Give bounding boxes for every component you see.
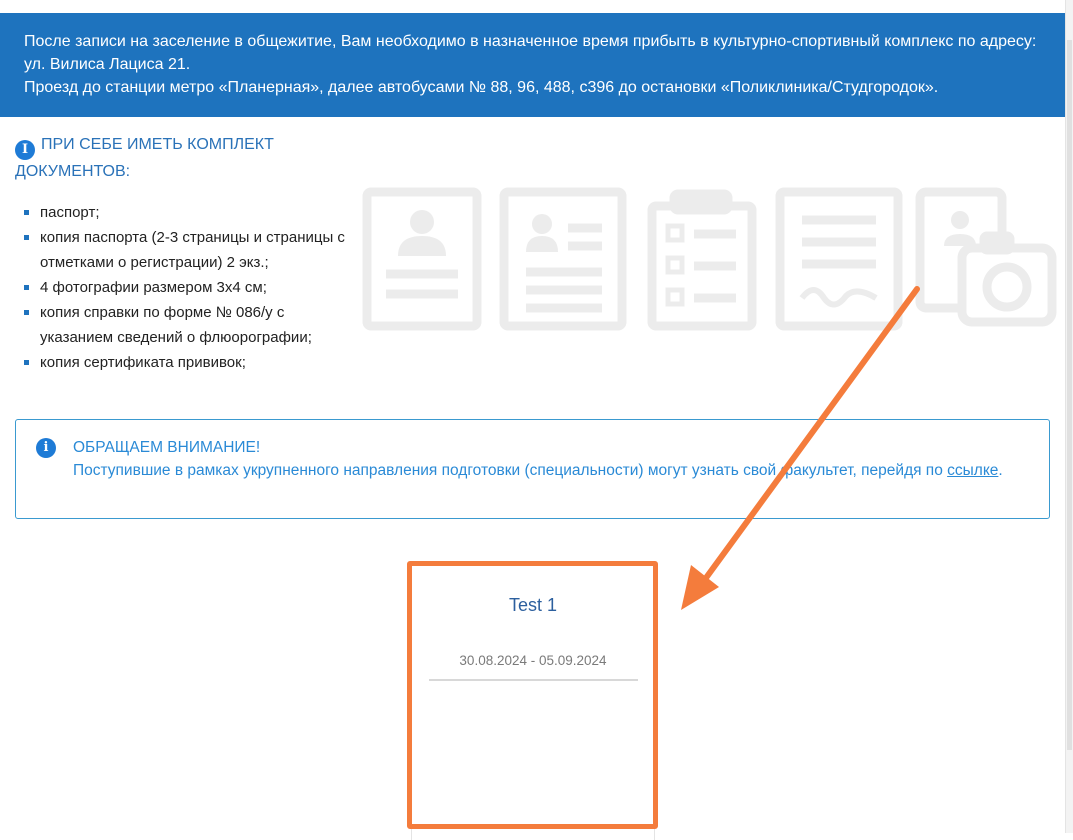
address-banner: После записи на заселение в общежитие, В… [0, 13, 1066, 117]
banner-line-1: После записи на заселение в общежитие, В… [24, 33, 1037, 50]
list-item: паспорт; [22, 200, 352, 225]
id-card-icon [499, 187, 627, 331]
notice-tail: . [998, 462, 1003, 479]
list-item: копия паспорта (2-3 страницы и страницы … [22, 225, 352, 275]
documents-list: паспорт; копия паспорта (2-3 страницы и … [22, 200, 352, 375]
list-item: копия сертификата прививок; [22, 350, 352, 375]
card-title: Test 1 [508, 595, 558, 615]
attention-notice: i Обращаем внимание! Поступившие в рамка… [15, 419, 1050, 519]
documents-heading: i При себе иметь комплект документов: [15, 133, 315, 184]
signed-document-icon [775, 187, 903, 331]
document-illustrations [362, 187, 1057, 331]
list-item: копия справки по форме № 086/у с указани… [22, 300, 352, 350]
banner-line-3: Проезд до станции метро «Планерная», дал… [24, 79, 939, 96]
checklist-icon [647, 189, 757, 331]
documents-heading-text: При себе иметь комплект документов: [15, 136, 274, 180]
info-icon: i [36, 438, 56, 458]
booking-period-card[interactable]: Test 1 30.08.2024 - 05.09.2024 [411, 565, 655, 840]
photo-camera-icon [915, 187, 1057, 327]
info-icon: i [15, 140, 35, 160]
card-divider [429, 679, 638, 681]
notice-text: Поступившие в рамках укрупненного направ… [73, 462, 948, 479]
card-dates: 30.08.2024 - 05.09.2024 [459, 653, 607, 668]
faculty-link[interactable]: ссылке [947, 462, 998, 479]
scrollbar-thumb[interactable] [1067, 40, 1072, 750]
banner-line-2: ул. Вилиса Лациса 21. [24, 56, 191, 73]
page-scrollbar[interactable] [1065, 0, 1073, 833]
notice-title: Обращаем внимание! [73, 439, 261, 456]
list-item: 4 фотографии размером 3х4 см; [22, 275, 352, 300]
passport-icon [362, 187, 482, 331]
